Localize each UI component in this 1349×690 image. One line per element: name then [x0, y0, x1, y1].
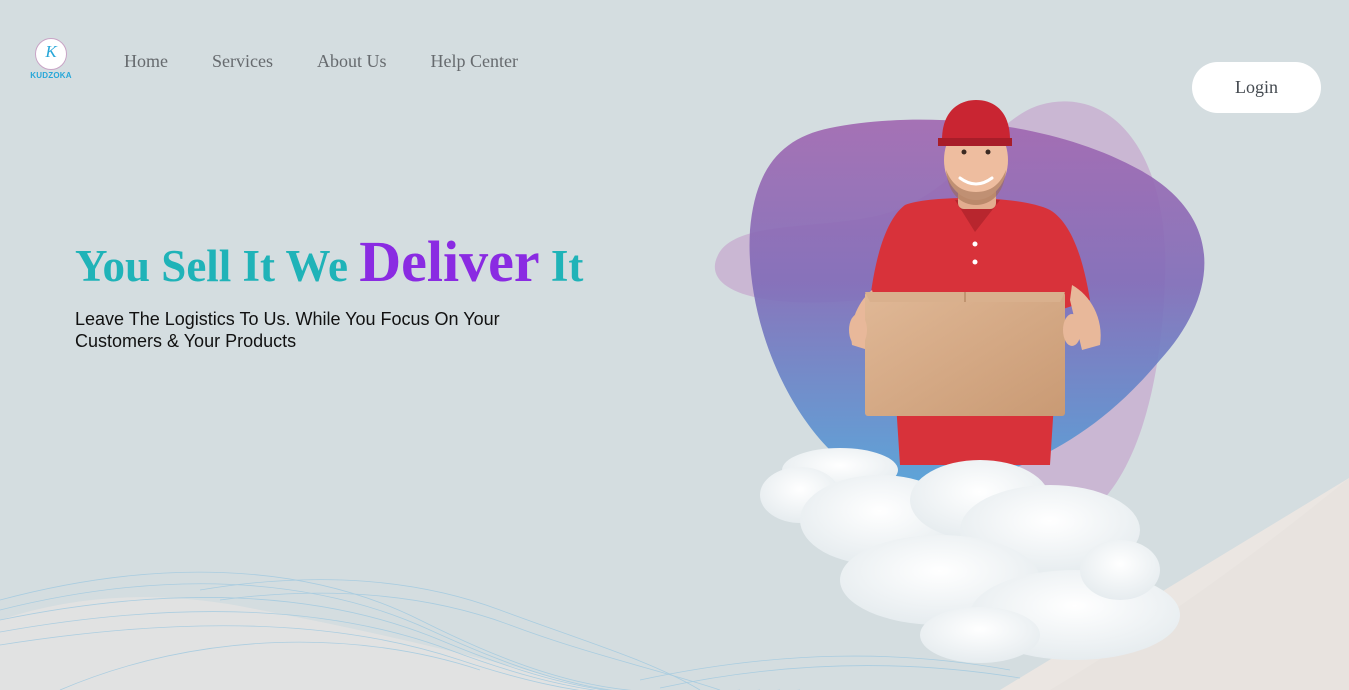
landing-page: K KUDZOKA Home Services About Us Help Ce… [0, 0, 1349, 690]
delivery-man-illustration [714, 100, 1205, 663]
